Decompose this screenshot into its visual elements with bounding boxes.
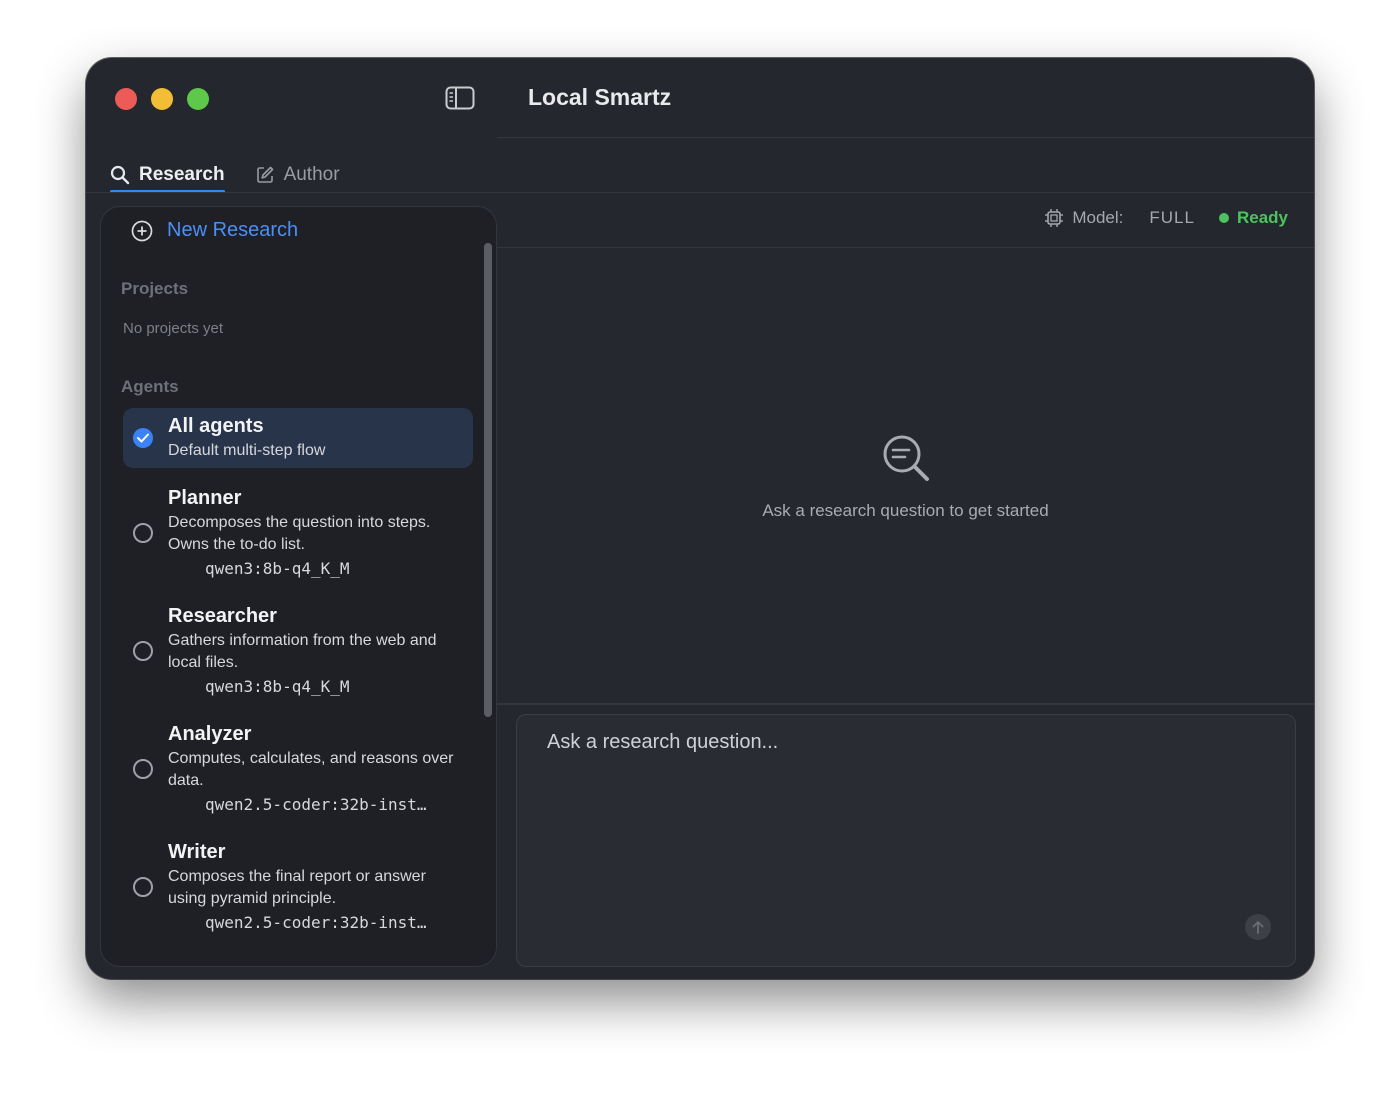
status-text: Ready — [1236, 208, 1288, 227]
agent-item-researcher[interactable]: Researcher Gathers information from the … — [123, 603, 473, 703]
radio-unchecked[interactable] — [133, 641, 153, 661]
edit-icon — [256, 166, 273, 183]
sidebar-toggle-icon — [445, 86, 475, 110]
agent-description: Composes the final report or answer usin… — [168, 868, 426, 907]
question-input[interactable]: Ask a research question... — [547, 731, 778, 754]
close-window-button[interactable] — [115, 88, 137, 110]
tab-label: Author — [283, 164, 340, 185]
agent-description: Default multi-step flow — [168, 442, 326, 459]
window-controls — [115, 88, 209, 110]
sidebar: New Research Projects No projects yet Ag… — [100, 206, 497, 967]
agent-description: Gathers information from the web and loc… — [168, 632, 437, 671]
model-label: Model: — [1072, 208, 1124, 227]
send-button[interactable] — [1245, 914, 1271, 940]
agents-heading: Agents — [121, 377, 179, 396]
status-bar: Model: FULL Ready — [1044, 208, 1288, 228]
new-research-button[interactable]: New Research — [131, 219, 298, 242]
agent-name: Planner — [168, 487, 242, 509]
tab-bar: Research Author — [110, 158, 340, 193]
question-composer[interactable]: Ask a research question... — [516, 714, 1296, 967]
agent-item-analyzer[interactable]: Analyzer Computes, calculates, and reaso… — [123, 721, 473, 821]
divider — [497, 137, 1314, 138]
app-window: Local Smartz Research Author New Researc… — [86, 58, 1314, 979]
tab-author[interactable]: Author — [255, 158, 340, 192]
sidebar-scrollbar[interactable] — [484, 243, 492, 717]
agent-name: Researcher — [168, 605, 277, 627]
agent-item-writer[interactable]: Writer Composes the final report or answ… — [123, 839, 473, 939]
agent-name: Analyzer — [168, 723, 252, 745]
divider — [86, 192, 1314, 193]
radio-unchecked[interactable] — [133, 759, 153, 779]
window-title: Local Smartz — [528, 84, 672, 110]
results-area: Ask a research question to get started — [497, 248, 1314, 703]
search-icon — [110, 165, 130, 185]
search-empty-icon — [883, 435, 929, 481]
agent-item-planner[interactable]: Planner Decomposes the question into ste… — [123, 485, 473, 585]
empty-state-text: Ask a research question to get started — [762, 501, 1049, 520]
arrow-up-icon — [1252, 921, 1264, 934]
sidebar-toggle-button[interactable] — [444, 84, 476, 112]
tab-label: Research — [139, 164, 225, 185]
agent-model: qwen3:8b-q4_K_M — [205, 677, 350, 696]
zoom-window-button[interactable] — [187, 88, 209, 110]
agent-model: qwen2.5-coder:32b-inst… — [205, 913, 427, 932]
status-dot — [1218, 213, 1229, 223]
divider — [497, 703, 1314, 705]
new-research-label: New Research — [167, 219, 299, 241]
agent-name: Writer — [168, 841, 226, 863]
radio-checked[interactable] — [133, 428, 153, 448]
agent-description: Computes, calculates, and reasons over d… — [168, 750, 454, 789]
projects-heading: Projects — [121, 279, 189, 298]
model-value: FULL — [1149, 208, 1195, 227]
checkmark-icon — [137, 433, 149, 443]
plus-circle-icon — [131, 220, 153, 241]
projects-empty-text: No projects yet — [123, 320, 224, 337]
agent-name: All agents — [168, 415, 264, 437]
empty-state: Ask a research question to get started — [497, 432, 1314, 521]
radio-unchecked[interactable] — [133, 523, 153, 543]
agent-model: qwen3:8b-q4_K_M — [205, 559, 350, 578]
radio-unchecked[interactable] — [133, 877, 153, 897]
agent-item-all-agents[interactable]: All agents Default multi-step flow — [123, 408, 473, 468]
minimize-window-button[interactable] — [151, 88, 173, 110]
agent-description: Decomposes the question into steps. Owns… — [168, 514, 431, 553]
tab-research[interactable]: Research — [110, 158, 225, 193]
agent-model: qwen2.5-coder:32b-inst… — [205, 795, 427, 814]
chip-icon — [1045, 209, 1064, 227]
